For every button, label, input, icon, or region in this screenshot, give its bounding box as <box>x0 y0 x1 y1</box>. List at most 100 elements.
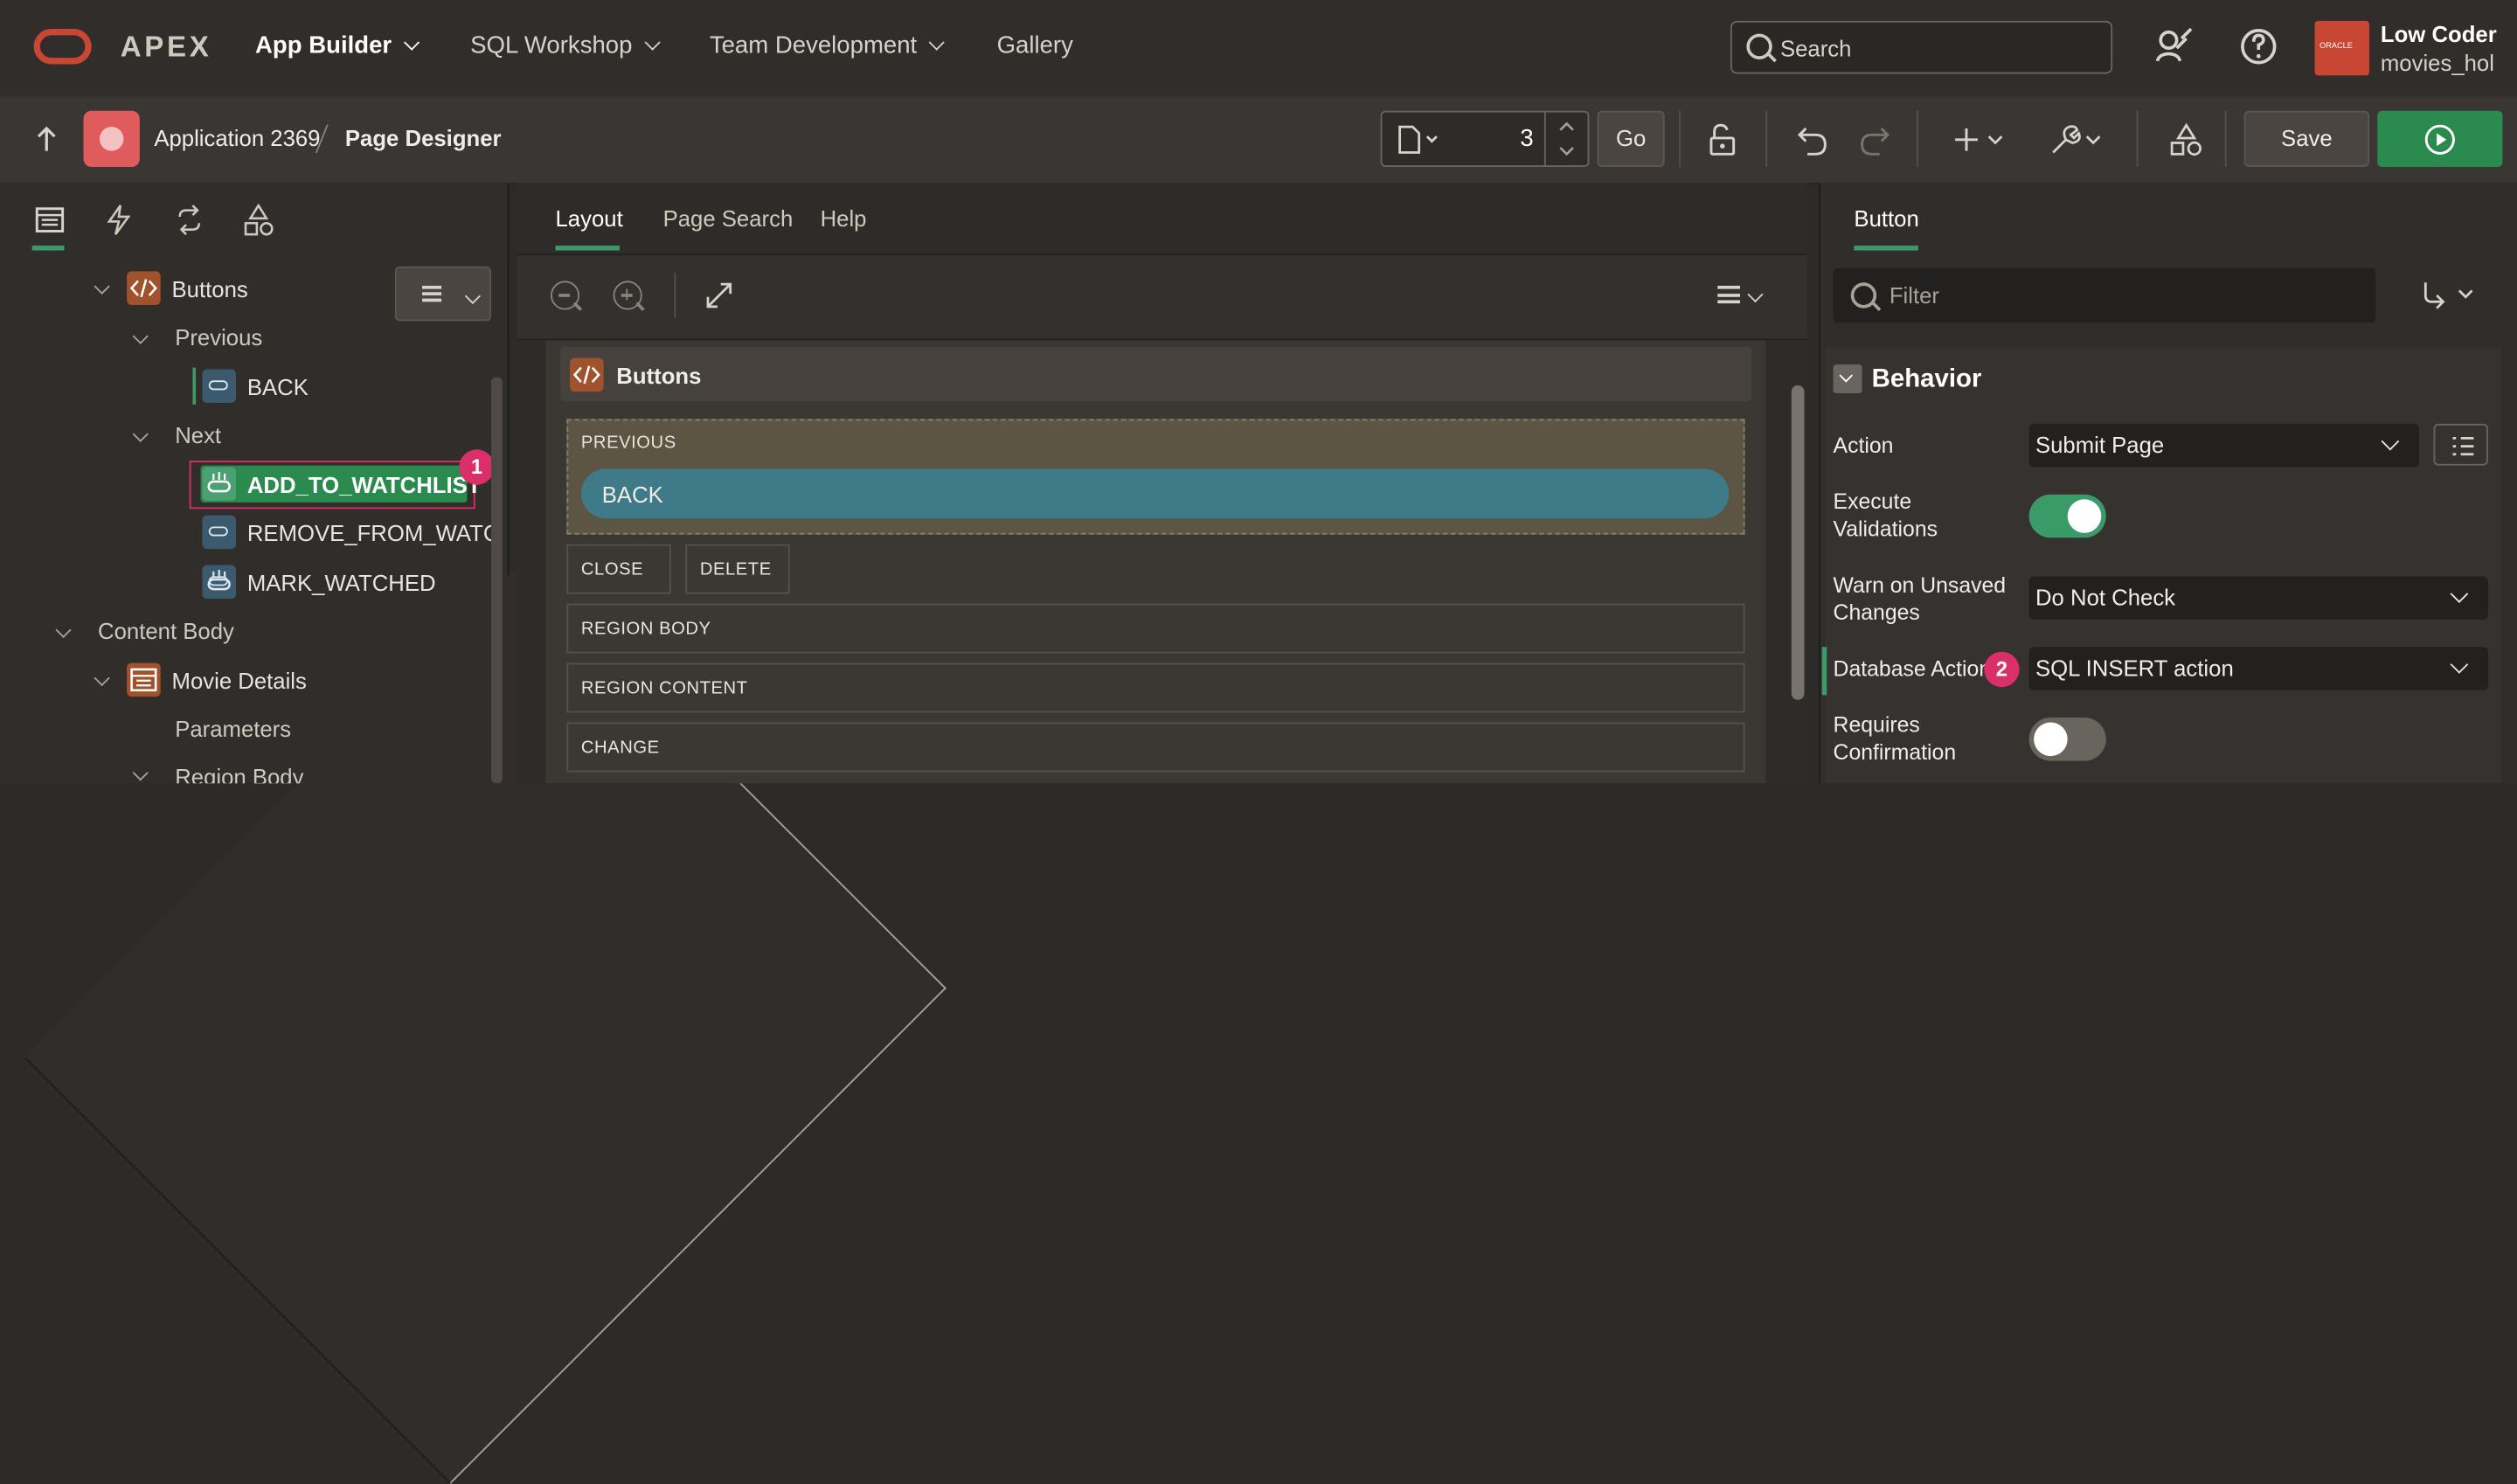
slot-change[interactable] <box>566 722 1745 773</box>
plus-icon[interactable] <box>1953 122 2007 157</box>
button-icon <box>202 369 237 404</box>
layout-scrollbar[interactable] <box>1791 385 1805 700</box>
collapse-section-icon[interactable] <box>1833 364 1862 394</box>
user-avatar[interactable]: ORACLE <box>2314 20 2370 76</box>
tree-item-movie-details[interactable]: Movie Details <box>172 668 307 693</box>
admin-wrench-user-icon[interactable] <box>2154 25 2196 67</box>
prop-label-database-action: Database Action <box>1833 656 1992 681</box>
left-panel-scrollbar[interactable] <box>491 377 503 784</box>
property-filter-input[interactable]: Filter <box>1833 267 2376 323</box>
search-icon <box>1746 33 1772 59</box>
help-icon[interactable] <box>2237 25 2279 67</box>
callout-badge-1: 1 <box>459 449 495 485</box>
action-select[interactable]: Submit Page <box>2028 423 2419 468</box>
undo-icon[interactable] <box>1794 122 1829 157</box>
tree-item-remove-from-watchlist[interactable]: REMOVE_FROM_WATCHL <box>247 520 491 545</box>
code-region-icon <box>127 271 161 305</box>
chevron-down-icon <box>929 34 946 51</box>
toolbar-divider <box>2224 110 2227 168</box>
active-tab-indicator <box>1854 246 1918 251</box>
region-header-buttons[interactable] <box>560 346 1751 402</box>
warn-unsaved-select-value: Do Not Check <box>2035 584 2176 610</box>
rendering-tab-icon[interactable] <box>34 204 66 236</box>
slot-label-delete: DELETE <box>699 560 772 580</box>
chevron-down-icon <box>2450 585 2469 603</box>
button-icon <box>202 515 237 550</box>
layout-menu-icon[interactable] <box>1717 285 1741 304</box>
execute-validations-toggle[interactable] <box>2028 494 2106 538</box>
layout-button-back[interactable] <box>580 468 1730 519</box>
database-action-select-value: SQL INSERT action <box>2035 655 2234 681</box>
tree-item-parameters[interactable]: Parameters <box>175 716 291 741</box>
slot-label-change: CHANGE <box>580 738 660 758</box>
toggle-knob <box>2034 722 2068 757</box>
processing-tab-icon[interactable] <box>173 204 205 236</box>
create-button-icon <box>202 467 237 502</box>
lock-icon[interactable] <box>1706 122 1738 157</box>
chevron-down-icon <box>2450 655 2469 674</box>
save-button[interactable]: Save <box>2243 110 2370 168</box>
section-title-behavior: Behavior <box>1871 365 1982 394</box>
user-workspace[interactable]: movies_hol <box>2381 50 2494 75</box>
tree-item-region-body[interactable]: Region Body <box>175 764 303 783</box>
global-search-input[interactable]: Search <box>1730 20 2113 74</box>
breadcrumb-application[interactable]: Application 2369 <box>154 125 320 150</box>
page-number-input[interactable]: 3 <box>1380 110 1590 168</box>
nav-gallery[interactable]: Gallery <box>997 32 1073 59</box>
nav-app-builder[interactable]: App Builder <box>255 32 420 59</box>
tree-item-add-to-watchlist[interactable]: ADD_TO_WATCHLIST <box>247 472 482 497</box>
redo-icon[interactable] <box>1857 122 1892 157</box>
zoom-in-icon[interactable] <box>613 281 642 310</box>
slot-label-region-body: REGION BODY <box>580 619 711 640</box>
region-icon <box>127 662 161 697</box>
toolbar-divider <box>1917 110 1918 168</box>
chevron-down-icon <box>464 288 482 304</box>
tab-layout[interactable]: Layout <box>556 205 623 231</box>
prop-label-execute-validations: Execute Validations <box>1833 489 1938 541</box>
page-number-stepper[interactable] <box>1543 112 1588 166</box>
code-region-icon <box>570 357 604 392</box>
tree-item-back[interactable]: BACK <box>247 374 309 399</box>
run-page-button[interactable] <box>2377 110 2503 168</box>
oracle-logo-icon[interactable] <box>33 29 92 65</box>
button-icon <box>202 565 237 600</box>
tab-help[interactable]: Help <box>821 205 867 231</box>
database-action-select[interactable]: SQL INSERT action <box>2028 647 2488 690</box>
shared-components-icon[interactable] <box>2168 122 2203 157</box>
tree-menu-button[interactable] <box>394 266 492 322</box>
slot-label-close: CLOSE <box>580 560 644 580</box>
requires-confirmation-toggle[interactable] <box>2028 718 2106 761</box>
go-button[interactable]: Go <box>1597 110 1665 168</box>
apex-brand[interactable]: APEX <box>121 31 212 65</box>
wrench-icon[interactable] <box>2049 122 2106 157</box>
search-placeholder: Search <box>1779 35 1852 61</box>
tree-item-next[interactable]: Next <box>175 422 221 447</box>
expand-icon[interactable] <box>704 281 733 309</box>
toolbar-divider <box>674 273 676 318</box>
run-icon <box>2424 124 2455 155</box>
prop-label-requires-confirmation: Requires Confirmation <box>1833 712 1957 765</box>
goto-group-icon[interactable] <box>2421 280 2479 312</box>
tree-item-content-body[interactable]: Content Body <box>98 618 234 643</box>
filter-placeholder: Filter <box>1889 282 1940 309</box>
up-arrow-icon[interactable] <box>35 125 58 154</box>
tab-button[interactable]: Button <box>1854 205 1918 231</box>
nav-sql-workshop[interactable]: SQL Workshop <box>470 32 661 59</box>
tab-page-search[interactable]: Page Search <box>663 205 794 231</box>
warn-unsaved-select[interactable]: Do Not Check <box>2028 576 2488 620</box>
nav-team-development[interactable]: Team Development <box>710 32 946 59</box>
tree-item-buttons[interactable]: Buttons <box>172 276 248 302</box>
application-icon[interactable] <box>83 110 140 168</box>
tree-item-previous[interactable]: Previous <box>175 324 262 350</box>
shared-components-tab-icon[interactable] <box>242 204 274 236</box>
toolbar-divider <box>1679 110 1681 168</box>
slot-label-region-content: REGION CONTENT <box>580 678 748 698</box>
tree-item-mark-watched[interactable]: MARK_WATCHED <box>247 570 436 595</box>
user-name[interactable]: Low Coder <box>2381 21 2497 46</box>
dynamic-actions-tab-icon[interactable] <box>103 204 135 236</box>
slot-label-previous: PREVIOUS <box>580 433 676 453</box>
zoom-out-icon[interactable] <box>551 281 580 310</box>
layout-button-back-label: BACK <box>601 482 663 508</box>
slot-region-body[interactable] <box>566 603 1745 654</box>
list-of-values-button[interactable] <box>2433 423 2488 466</box>
